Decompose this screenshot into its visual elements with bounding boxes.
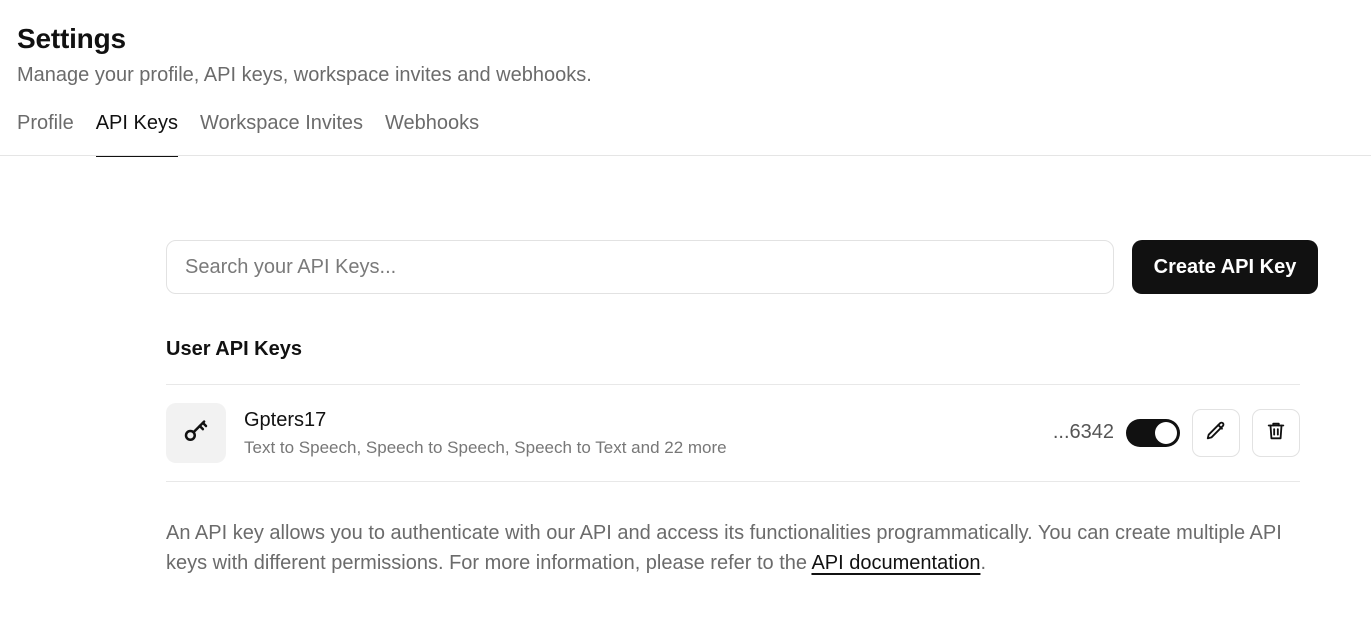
pencil-icon [1205, 420, 1227, 447]
key-avatar [166, 403, 226, 463]
api-key-row: Gpters17 Text to Speech, Speech to Speec… [166, 385, 1300, 481]
tab-workspace-invites[interactable]: Workspace Invites [200, 108, 363, 156]
api-key-info-text: An API key allows you to authenticate wi… [166, 518, 1316, 578]
tab-webhooks[interactable]: Webhooks [385, 108, 479, 156]
info-body: An API key allows you to authenticate wi… [166, 522, 1282, 574]
key-icon [181, 416, 211, 451]
api-key-suffix: ...6342 [1052, 421, 1114, 443]
edit-api-key-button[interactable] [1192, 409, 1240, 457]
page-title: Settings [17, 23, 126, 54]
trash-icon [1265, 420, 1287, 447]
info-trailing: . [980, 552, 987, 574]
api-documentation-link[interactable]: API documentation [811, 552, 980, 574]
delete-api-key-button[interactable] [1252, 409, 1300, 457]
row-divider-bottom [166, 481, 1300, 482]
api-key-scopes: Text to Speech, Speech to Speech, Speech… [244, 438, 727, 457]
create-api-key-button[interactable]: Create API Key [1132, 240, 1318, 294]
settings-tabs: Profile API Keys Workspace Invites Webho… [17, 108, 479, 157]
api-key-name: Gpters17 [244, 409, 327, 431]
toggle-knob [1155, 422, 1177, 444]
section-title-user-api-keys: User API Keys [166, 338, 302, 360]
api-key-enabled-toggle[interactable] [1126, 419, 1180, 447]
search-input[interactable] [185, 255, 1095, 279]
settings-header: Settings Manage your profile, API keys, … [17, 22, 1371, 88]
page-subtitle: Manage your profile, API keys, workspace… [17, 64, 592, 86]
tabs-divider [0, 155, 1371, 156]
search-box [166, 240, 1114, 294]
tab-profile[interactable]: Profile [17, 108, 74, 156]
tab-api-keys[interactable]: API Keys [95, 108, 179, 157]
